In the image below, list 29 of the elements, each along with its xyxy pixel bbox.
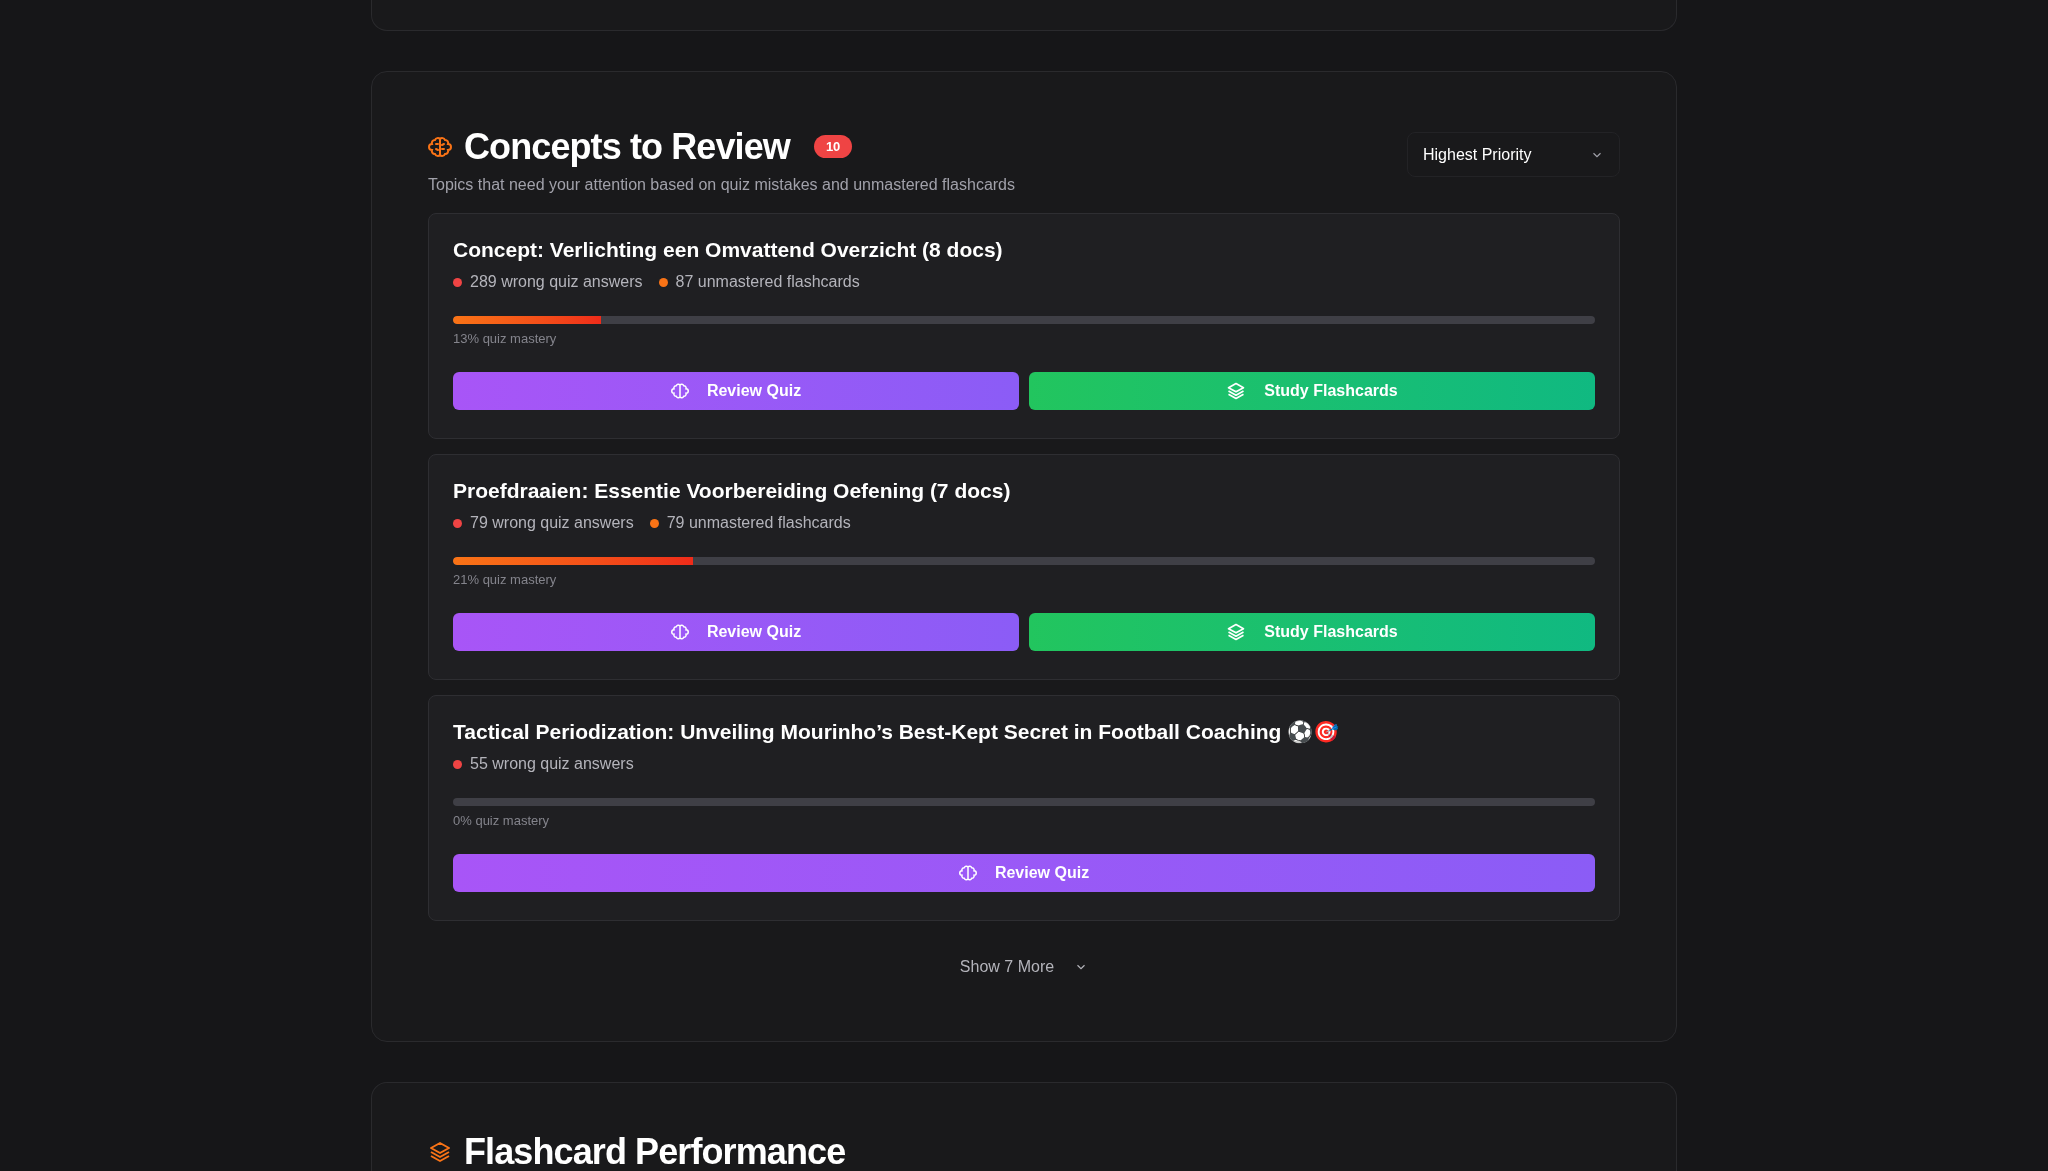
concept-title: Concept: Verlichting een Omvattend Overzicht (8 docs) <box>453 237 1004 263</box>
brain-icon <box>670 622 689 641</box>
brain-icon <box>428 134 452 159</box>
stat-text: 79 unmastered flashcards <box>666 513 851 533</box>
stat-text: 289 wrong quiz answers <box>470 272 643 292</box>
concept-title: Tactical Periodization: Unveiling Mourinho’s Best-Kept Secret in Football Coaching ⚽🎯 <box>453 719 1341 745</box>
stat-text: 55 wrong quiz answers <box>470 754 634 774</box>
study-flashcards-button[interactable]: Study Flashcards <box>1029 371 1595 410</box>
layers-icon <box>1226 621 1247 642</box>
section-title: Concepts to Review <box>464 125 790 169</box>
section-subtitle: Topics that need your attention based on quiz mistakes and unmastered flashcards <box>428 175 1015 195</box>
mastery-label: 0% quiz mastery <box>453 812 551 830</box>
stat-text: 79 wrong quiz answers <box>470 513 634 533</box>
brain-icon <box>670 381 689 400</box>
mastery-label: 21% quiz mastery <box>453 571 558 589</box>
section-title: Flashcard Performance <box>464 1130 846 1171</box>
count-badge: 10 <box>813 134 853 159</box>
sort-dropdown[interactable]: Highest Priority <box>1407 132 1620 177</box>
review-quiz-button[interactable]: Review Quiz <box>453 371 1019 410</box>
review-quiz-button[interactable]: Review Quiz <box>453 612 1019 651</box>
concept-title: Proefdraaien: Essentie Voorbereiding Oefening (7 docs) <box>453 478 1012 504</box>
brain-icon <box>958 863 977 882</box>
show-more-button[interactable]: Show 7 More <box>951 951 1097 983</box>
study-flashcards-button[interactable]: Study Flashcards <box>1029 612 1595 651</box>
mastery-label: 13% quiz mastery <box>453 330 558 348</box>
stat-text: 87 unmastered flashcards <box>675 272 860 292</box>
layers-icon <box>428 1139 452 1164</box>
review-quiz-button[interactable]: Review Quiz <box>453 853 1595 892</box>
layers-icon <box>1226 380 1247 401</box>
